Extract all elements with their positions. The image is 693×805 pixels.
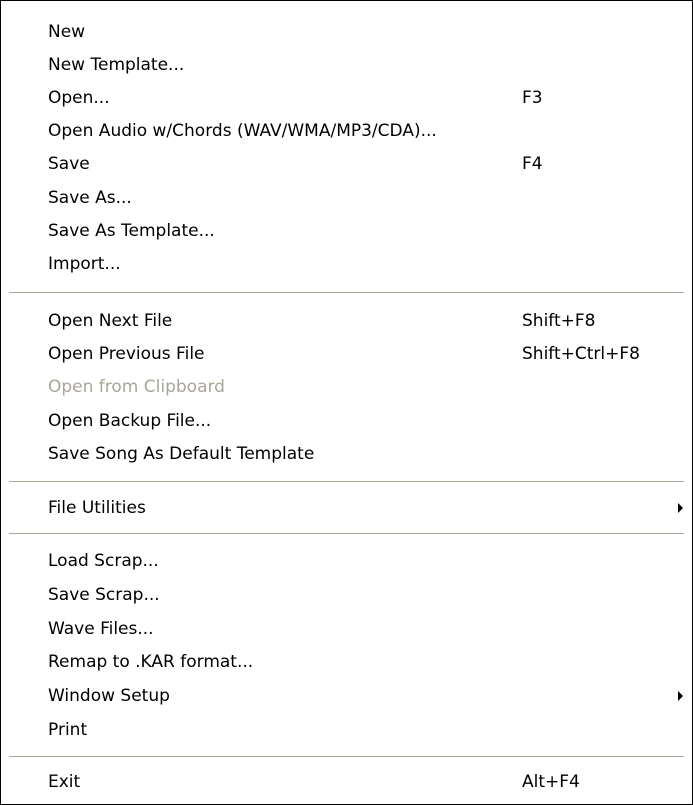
menu-item-remap-to-kar-format[interactable]: Remap to .KAR format... [1, 645, 692, 679]
menu-item-file-utilities[interactable]: File Utilities [1, 491, 692, 525]
file-menu: New New Template... Open... F3 Open Audi… [0, 0, 693, 805]
menu-item-label: New Template... [48, 55, 185, 75]
menu-item-save-song-as-default-template[interactable]: Save Song As Default Template [1, 437, 692, 471]
menu-item-print[interactable]: Print [1, 713, 692, 747]
menu-item-shortcut: Shift+Ctrl+F8 [522, 344, 640, 364]
menu-item-label: Import... [48, 254, 121, 274]
menu-item-label: Open... [48, 88, 110, 108]
menu-item-open-from-clipboard: Open from Clipboard [1, 370, 692, 404]
menu-separator [9, 756, 684, 758]
menu-item-label: Open from Clipboard [48, 377, 225, 397]
menu-item-exit[interactable]: Exit Alt+F4 [1, 765, 692, 799]
menu-separator [9, 481, 684, 483]
menu-item-import[interactable]: Import... [1, 247, 692, 281]
menu-item-save[interactable]: Save F4 [1, 147, 692, 181]
menu-item-label: Save Song As Default Template [48, 444, 315, 464]
menu-item-open[interactable]: Open... F3 [1, 81, 692, 115]
menu-item-label: Open Previous File [48, 344, 205, 364]
menu-item-label: Save As Template... [48, 221, 215, 241]
menu-item-label: Open Next File [48, 311, 173, 331]
menu-separator [9, 533, 684, 535]
menu-item-label: File Utilities [48, 498, 146, 518]
menu-item-open-next-file[interactable]: Open Next File Shift+F8 [1, 304, 692, 338]
menu-item-save-as-template[interactable]: Save As Template... [1, 214, 692, 248]
menu-item-label: Print [48, 720, 88, 740]
submenu-arrow-icon [678, 503, 683, 513]
menu-item-shortcut: Alt+F4 [522, 772, 580, 792]
menu-item-shortcut: Shift+F8 [522, 311, 596, 331]
menu-item-load-scrap[interactable]: Load Scrap... [1, 544, 692, 578]
menu-separator [9, 292, 684, 294]
menu-item-label: Exit [48, 772, 81, 792]
menu-item-new[interactable]: New [1, 15, 692, 49]
menu-item-label: Load Scrap... [48, 551, 159, 571]
menu-item-label: New [48, 22, 86, 42]
menu-item-new-template[interactable]: New Template... [1, 48, 692, 82]
menu-item-save-scrap[interactable]: Save Scrap... [1, 578, 692, 612]
menu-item-open-previous-file[interactable]: Open Previous File Shift+Ctrl+F8 [1, 337, 692, 371]
menu-item-label: Window Setup [48, 686, 170, 706]
menu-item-open-audio-with-chords[interactable]: Open Audio w/Chords (WAV/WMA/MP3/CDA)... [1, 114, 692, 148]
menu-item-window-setup[interactable]: Window Setup [1, 679, 692, 713]
menu-item-shortcut: F4 [522, 154, 543, 174]
menu-item-label: Open Audio w/Chords (WAV/WMA/MP3/CDA)... [48, 121, 437, 141]
menu-item-label: Save Scrap... [48, 585, 160, 605]
menu-item-shortcut: F3 [522, 88, 543, 108]
menu-item-save-as[interactable]: Save As... [1, 181, 692, 215]
menu-item-label: Wave Files... [48, 619, 154, 639]
menu-item-label: Save As... [48, 188, 132, 208]
menu-item-open-backup-file[interactable]: Open Backup File... [1, 404, 692, 438]
submenu-arrow-icon [678, 691, 683, 701]
menu-item-label: Open Backup File... [48, 411, 212, 431]
menu-item-wave-files[interactable]: Wave Files... [1, 612, 692, 646]
menu-item-label: Save [48, 154, 90, 174]
menu-item-label: Remap to .KAR format... [48, 652, 254, 672]
